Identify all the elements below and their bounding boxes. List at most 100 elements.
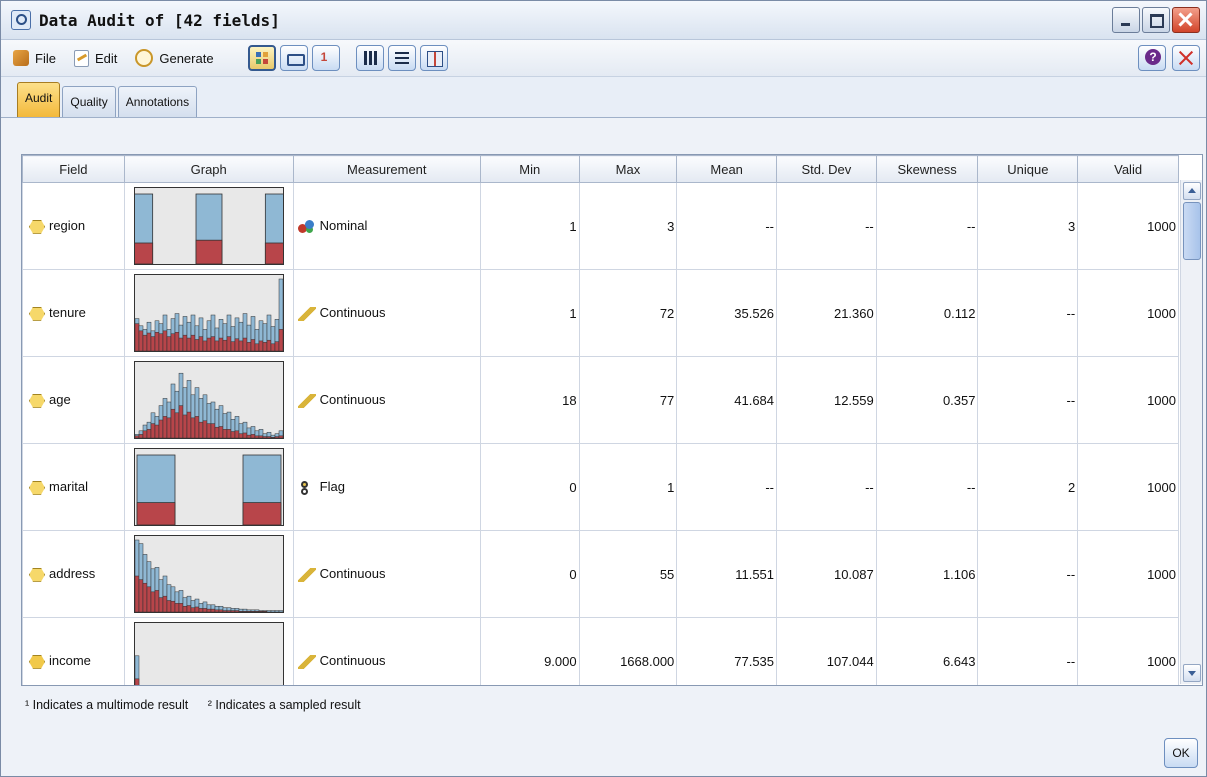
histogram-bar-overlay [206,608,211,612]
table-row[interactable]: marital Flag 0 1 -- -- -- 2 1000 [22,443,1179,531]
histogram-bar-overlay [134,575,139,612]
column-header-unique[interactable]: Unique [977,155,1079,183]
histogram-bar-overlay [162,416,167,438]
field-name: region [49,218,86,234]
vertical-scrollbar[interactable] [1180,180,1202,684]
measurement-label: Continuous [319,392,386,408]
rows-view-button[interactable] [387,45,416,71]
table-row[interactable]: age Continuous 18 77 41.684 12.559 0.357 -- 1000 [22,356,1179,444]
field-icon [29,393,45,408]
skewness-cell: -- [875,182,979,270]
hash-field-icon [29,654,45,669]
skewness-cell: -- [875,443,979,531]
histogram-bar-overlay [154,424,159,438]
measurement-cell: Continuous [292,617,481,685]
footnote-sampled: ² Indicates a sampled result [207,698,361,712]
histogram-bar-overlay [210,336,215,351]
distribution-graph[interactable] [133,622,284,685]
field-name: address [49,566,96,582]
histogram-bar-overlay [170,600,175,612]
histogram-bar-overlay [218,609,223,612]
window-controls [1112,7,1200,33]
histogram-bar-overlay [158,597,163,612]
display-graphs-button[interactable] [247,45,276,71]
distribution-graph[interactable] [133,274,284,352]
distribution-graph[interactable] [133,361,284,439]
valid-cell: 1000 [1077,269,1179,357]
columns-view-button[interactable] [355,45,384,71]
graph-cell[interactable] [123,182,294,270]
title-bar[interactable]: Data Audit of [42 fields] [1,1,1206,40]
tab-annotations[interactable]: Annotations [117,86,198,117]
column-header-measurement[interactable]: Measurement [292,155,481,183]
valid-cell: 1000 [1077,530,1179,618]
column-header-mean[interactable]: Mean [676,155,778,183]
skewness-cell: 6.643 [875,617,979,685]
graph-cell[interactable] [123,617,294,685]
histogram-bar-overlay [210,608,215,612]
distribution-graph[interactable] [133,535,284,613]
tab-audit[interactable]: Audit [17,82,61,117]
histogram-bar-overlay [210,423,215,438]
ok-button[interactable]: OK [1164,738,1198,768]
generate-menu[interactable]: Generate [135,49,214,67]
histogram-bar-overlay [202,420,207,438]
histogram-bar-overlay [230,610,235,612]
column-header-graph[interactable]: Graph [123,155,294,183]
measurement-cell: Continuous [292,269,481,357]
mean-cell: -- [676,443,778,531]
flag-measurement-icon [298,480,316,495]
scroll-up-button[interactable] [1183,182,1201,200]
field-cell: marital [22,443,125,531]
measurement-cell: Continuous [292,356,481,444]
graph-cell[interactable] [123,269,294,357]
histogram-bar-overlay [258,340,263,351]
help-icon[interactable] [1138,45,1166,71]
table-row[interactable]: region Nominal 1 3 -- -- -- 3 1000 [22,182,1179,270]
column-header-min[interactable]: Min [479,155,580,183]
distribution-graph[interactable] [133,187,284,265]
close-window-button[interactable] [1172,7,1200,33]
minimize-button[interactable] [1112,7,1140,33]
unique-cell: -- [977,530,1079,618]
column-header-valid[interactable]: Valid [1077,155,1179,183]
table-row[interactable]: address Continuous 0 55 11.551 10.087 1.106 -- 1… [22,530,1179,618]
min-cell: 0 [479,530,580,618]
graph-cell[interactable] [123,356,294,444]
column-header-std-dev[interactable]: Std. Dev [776,155,877,183]
histogram-bar-overlay [206,337,211,351]
graph-cell[interactable] [123,530,294,618]
table-row[interactable]: tenure Continuous 1 72 35.526 21.360 0.112 -- 10… [22,269,1179,357]
table-row[interactable]: income Continuous 9.000 1668.000 77.535 107.0… [22,617,1179,685]
distribution-graph[interactable] [133,448,284,526]
histogram-bar-overlay [222,429,227,438]
column-header-skewness[interactable]: Skewness [875,155,979,183]
histogram-bar-overlay [178,603,183,612]
file-menu[interactable]: File [13,50,56,66]
unique-cell: -- [977,269,1079,357]
field-icon [29,480,45,495]
maximize-button[interactable] [1142,7,1170,33]
edit-menu-label: Edit [94,50,118,66]
std-dev-cell: 12.559 [776,356,877,444]
histogram-bar-overlay [138,330,143,351]
tab-quality[interactable]: Quality [62,86,116,117]
column-header-field[interactable]: Field [22,155,125,183]
histogram-bar-overlay [134,678,139,685]
sort-button[interactable] [311,45,340,71]
min-cell: 1 [479,269,580,357]
histogram-bar [278,610,283,612]
histogram-bar-overlay [214,609,219,612]
print-button[interactable] [279,45,308,71]
scroll-thumb[interactable] [1183,202,1201,260]
histogram-bar-overlay [278,329,283,351]
scroll-down-button[interactable] [1183,664,1201,682]
column-header-max[interactable]: Max [578,155,678,183]
table-options-button[interactable] [419,45,448,71]
close-icon[interactable] [1172,45,1200,71]
skewness-cell: 1.106 [875,530,979,618]
window-title: Data Audit of [42 fields] [39,10,280,30]
min-cell: 1 [479,182,580,270]
graph-cell[interactable] [123,443,294,531]
edit-menu[interactable]: Edit [73,49,118,67]
